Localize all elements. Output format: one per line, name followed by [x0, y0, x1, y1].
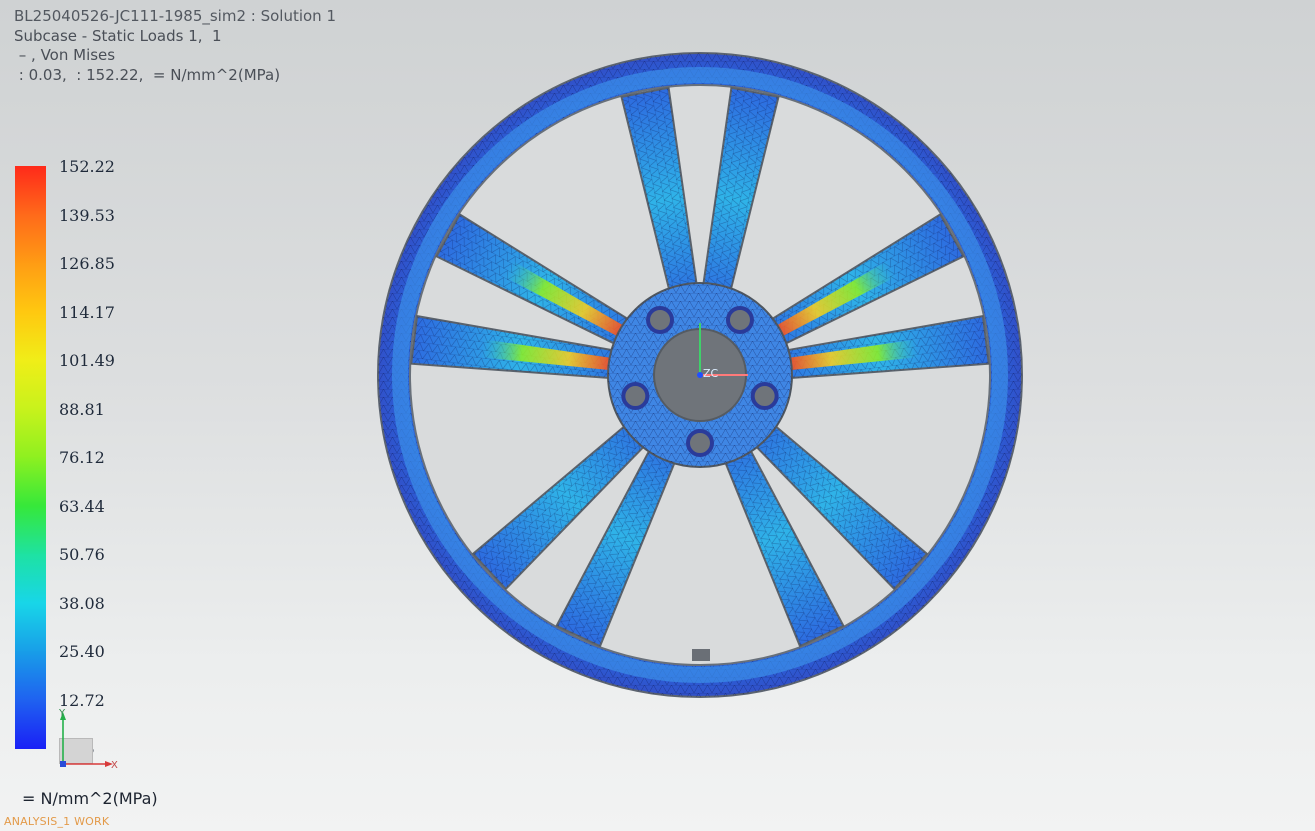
legend-value-label: 126.85 — [59, 254, 115, 273]
legend-band — [15, 263, 46, 312]
subcase-label: Subcase - Static Loads 1, 1 — [14, 26, 222, 45]
units-footer: = N/mm^2(MPa) — [22, 789, 158, 808]
legend-band — [15, 360, 46, 409]
legend-value-label: 139.53 — [59, 205, 115, 225]
legend-value-label: 152.22 — [59, 157, 115, 176]
lug-hole — [621, 382, 650, 411]
legend-band — [15, 457, 46, 506]
legend-band — [15, 214, 46, 264]
result-header: BL25040526-JC111-1985_sim2 : Solution 1 … — [14, 7, 336, 85]
legend-value-label: 101.49 — [59, 351, 115, 370]
legend-value-label: 38.08 — [59, 593, 105, 613]
valve-hole — [692, 649, 710, 661]
legend-band — [15, 554, 46, 603]
legend-value-label: 25.40 — [59, 642, 105, 661]
lug-hole — [686, 429, 714, 457]
lug-hole — [725, 305, 754, 334]
legend-band — [15, 311, 46, 361]
wheel-fea-model[interactable]: ZC — [370, 45, 1030, 705]
axis-triad-icon: Y X — [58, 708, 118, 771]
result-range-label: : 0.03, : 152.22, = N/mm^2(MPa) — [14, 65, 281, 84]
csys-label: ZC — [703, 367, 719, 380]
legend-band — [15, 408, 46, 458]
legend-band — [15, 699, 46, 749]
legend-value-label: 50.76 — [59, 545, 105, 564]
legend-band — [15, 602, 46, 652]
lug-hole — [750, 382, 779, 411]
result-type-label: – , Von Mises — [14, 46, 116, 64]
legend-value-label: 63.44 — [59, 496, 105, 516]
color-legend-bar — [15, 166, 46, 749]
triad-x-label: X — [111, 760, 118, 771]
triad-y-label: Y — [58, 708, 66, 719]
result-title: BL25040526-JC111-1985_sim2 : Solution 1 — [14, 7, 337, 25]
legend-band — [15, 651, 46, 700]
legend-value-label: 76.12 — [59, 448, 105, 467]
lug-hole — [646, 305, 675, 334]
legend-value-label: 88.81 — [59, 399, 105, 419]
legend-band — [15, 166, 46, 215]
legend-band — [15, 505, 46, 555]
status-text: ANALYSIS_1 WORK — [4, 815, 110, 828]
legend-value-label: 114.17 — [59, 302, 115, 322]
